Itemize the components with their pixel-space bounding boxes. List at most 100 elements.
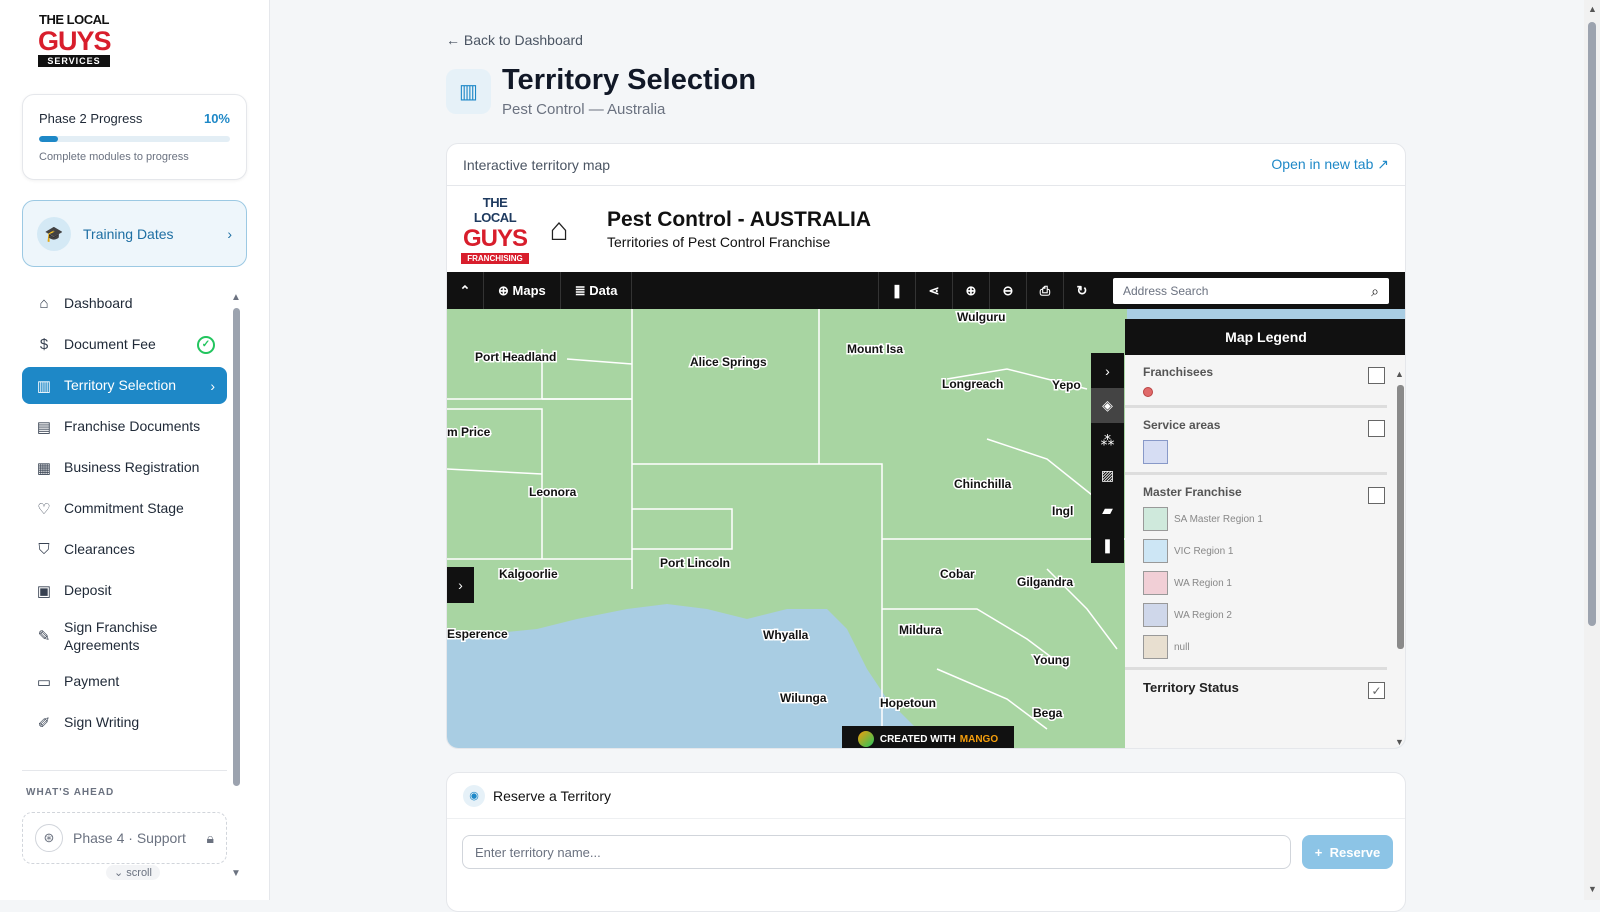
- region-label: null: [1174, 641, 1190, 653]
- company-logo[interactable]: THE LOCAL GUYS SERVICES: [38, 12, 112, 67]
- place-label: Esperence: [447, 627, 508, 641]
- region-label: WA Region 1: [1174, 577, 1232, 589]
- share-button[interactable]: ⋖: [915, 272, 952, 309]
- building-icon: ▦: [36, 459, 52, 477]
- sidebar-scroll-thumb[interactable]: [233, 308, 240, 786]
- dollar-icon: $: [39, 336, 49, 353]
- logo-line3: SERVICES: [38, 55, 110, 67]
- scroll-down-arrow-icon[interactable]: ▼: [1588, 884, 1597, 894]
- graduation-cap-icon: 🎓: [37, 216, 71, 251]
- place-label: Bega: [1033, 706, 1063, 720]
- scroll-up-arrow-icon[interactable]: ▲: [231, 292, 241, 303]
- phase4-label: Phase 4 · Support: [73, 830, 186, 846]
- database-icon: ≣: [574, 282, 586, 298]
- scroll-up-arrow-icon[interactable]: ▲: [1588, 4, 1597, 14]
- legend-master-franchise-label: Master Franchise: [1143, 485, 1242, 499]
- territory-name-input[interactable]: Enter territory name...: [462, 835, 1291, 869]
- map-toolbar: ⌃ ⊕ Maps ≣ Data ❚ ⋖ ⊕ ⊖ ⎙ ↻ Address Sear…: [447, 272, 1405, 309]
- training-dates-button[interactable]: 🎓 Training Dates ›: [22, 200, 247, 267]
- place-label: Ingl: [1052, 504, 1073, 518]
- sidebar-item-deposit[interactable]: ▣ Deposit: [22, 572, 227, 609]
- reserve-title: Reserve a Territory: [493, 787, 612, 804]
- search-icon[interactable]: ⌕: [1371, 283, 1379, 300]
- address-search-input[interactable]: Address Search ⌕: [1113, 278, 1389, 304]
- sidebar-item-sign-writing[interactable]: ✐ Sign Writing: [22, 704, 227, 741]
- scroll-down-arrow-icon[interactable]: ▼: [1395, 737, 1404, 747]
- check-circle-icon: ✓: [197, 335, 215, 354]
- basemap-button[interactable]: ▨: [1091, 458, 1124, 493]
- zoom-in-icon: ⊕: [965, 282, 977, 298]
- brand-line1: THE LOCAL: [473, 194, 517, 225]
- whats-ahead-heading: WHAT'S AHEAD: [26, 787, 115, 798]
- pen-document-icon: ✎: [37, 628, 51, 645]
- sidebar-item-payment[interactable]: ▭ Payment: [22, 663, 227, 700]
- phase-progress-card: Phase 2 Progress 10% Complete modules to…: [22, 94, 247, 180]
- open-in-new-tab-link[interactable]: Open in new tab ↗: [1271, 156, 1389, 173]
- sidebar-item-franchise-documents[interactable]: ▤ Franchise Documents: [22, 408, 227, 445]
- place-label: Kalgoorlie: [499, 567, 558, 581]
- region-list: SA Master Region 1 VIC Region 1 WA Region …: [1143, 507, 1369, 659]
- place-label: Longreach: [942, 377, 1003, 391]
- expand-panel-button[interactable]: ›: [1091, 353, 1124, 388]
- bookmark-button[interactable]: ❚: [878, 272, 915, 309]
- map-title-block: Pest Control - AUSTRALIA Territories of …: [607, 208, 871, 250]
- refresh-button[interactable]: ↻: [1063, 272, 1100, 309]
- legend-scroll-thumb[interactable]: [1397, 385, 1404, 649]
- logo-line1: THE LOCAL: [39, 12, 109, 27]
- layers-icon: ◈: [1102, 397, 1113, 413]
- sidebar-item-clearances[interactable]: ⛉ Clearances: [22, 531, 227, 568]
- data-tab[interactable]: ≣ Data: [561, 272, 633, 309]
- scroll-up-arrow-icon[interactable]: ▲: [1395, 369, 1404, 379]
- brush-icon: ✐: [37, 714, 51, 732]
- franchisees-checkbox[interactable]: [1368, 367, 1385, 384]
- sidebar-item-sign-franchise-agreements[interactable]: ✎ Sign Franchise Agreements: [22, 613, 227, 659]
- page-scrollbar[interactable]: ▲ ▼: [1584, 0, 1600, 900]
- sidebar-item-label: Commitment Stage: [64, 500, 184, 517]
- progress-bar-fill: [39, 136, 59, 142]
- back-to-dashboard-link[interactable]: ← Back to Dashboard: [446, 32, 583, 48]
- progress-percent: 10%: [203, 111, 230, 126]
- territory-status-checkbox[interactable]: ✓: [1368, 682, 1385, 699]
- place-label: Wulguru: [957, 310, 1005, 324]
- refresh-icon: ↻: [1076, 282, 1088, 298]
- reserve-button[interactable]: + Reserve: [1302, 835, 1393, 869]
- page-scroll-thumb[interactable]: [1588, 22, 1596, 626]
- sidebar-scrollbar[interactable]: ▲ ▼: [231, 292, 241, 879]
- cluster-button[interactable]: ⁂: [1091, 423, 1124, 458]
- region-label: VIC Region 1: [1174, 545, 1234, 557]
- sidebar-item-dashboard[interactable]: ⌂ Dashboard: [22, 285, 227, 322]
- maps-tab[interactable]: ⊕ Maps: [484, 272, 561, 309]
- service-areas-checkbox[interactable]: [1368, 420, 1385, 437]
- place-label: Alice Springs: [690, 355, 767, 369]
- scroll-hint[interactable]: ⌄ scroll: [106, 865, 160, 880]
- zoom-out-button[interactable]: ⊖: [989, 272, 1026, 309]
- layers-button[interactable]: ◈: [1091, 388, 1124, 423]
- measure-button[interactable]: ▰: [1091, 493, 1124, 528]
- sidebar-divider: [22, 770, 227, 771]
- sidebar-item-label: Sign Writing: [64, 714, 140, 731]
- created-with-mango-badge[interactable]: CREATED WITH MANGO: [842, 726, 1014, 748]
- bookmarks-panel-button[interactable]: ❚: [1091, 528, 1124, 563]
- lock-icon: 🔒︎: [206, 829, 214, 846]
- house-pin-icon: ⌂: [549, 210, 569, 247]
- sidebar-item-document-fee[interactable]: $ Document Fee ✓: [22, 326, 227, 363]
- print-button[interactable]: ⎙: [1026, 272, 1063, 309]
- collapse-toolbar-button[interactable]: ⌃: [447, 272, 484, 309]
- region-label: WA Region 2: [1174, 609, 1232, 621]
- address-search-placeholder: Address Search: [1123, 284, 1209, 298]
- sidebar-nav: ⌂ Dashboard $ Document Fee ✓ ▥ Territory…: [22, 285, 227, 745]
- wallet-icon: ▣: [36, 582, 52, 600]
- place-label: Young: [1033, 653, 1069, 667]
- sidebar-item-territory-selection[interactable]: ▥ Territory Selection ›: [22, 367, 227, 404]
- territory-name-placeholder: Enter territory name...: [475, 844, 601, 860]
- sidebar-item-business-registration[interactable]: ▦ Business Registration: [22, 449, 227, 486]
- expand-left-panel-button[interactable]: ›: [447, 567, 474, 603]
- map-canvas[interactable]: Port Headland Alice Springs Mount Isa Wulgu…: [447, 309, 1405, 748]
- scroll-down-arrow-icon[interactable]: ▼: [231, 868, 241, 879]
- legend-scrollbar[interactable]: ▲ ▼: [1395, 369, 1405, 748]
- zoom-in-button[interactable]: ⊕: [952, 272, 989, 309]
- sidebar-item-label: Business Registration: [64, 459, 200, 476]
- place-label: Port Headland: [475, 350, 556, 364]
- master-franchise-checkbox[interactable]: [1368, 487, 1385, 504]
- sidebar-item-commitment-stage[interactable]: ♡ Commitment Stage: [22, 490, 227, 527]
